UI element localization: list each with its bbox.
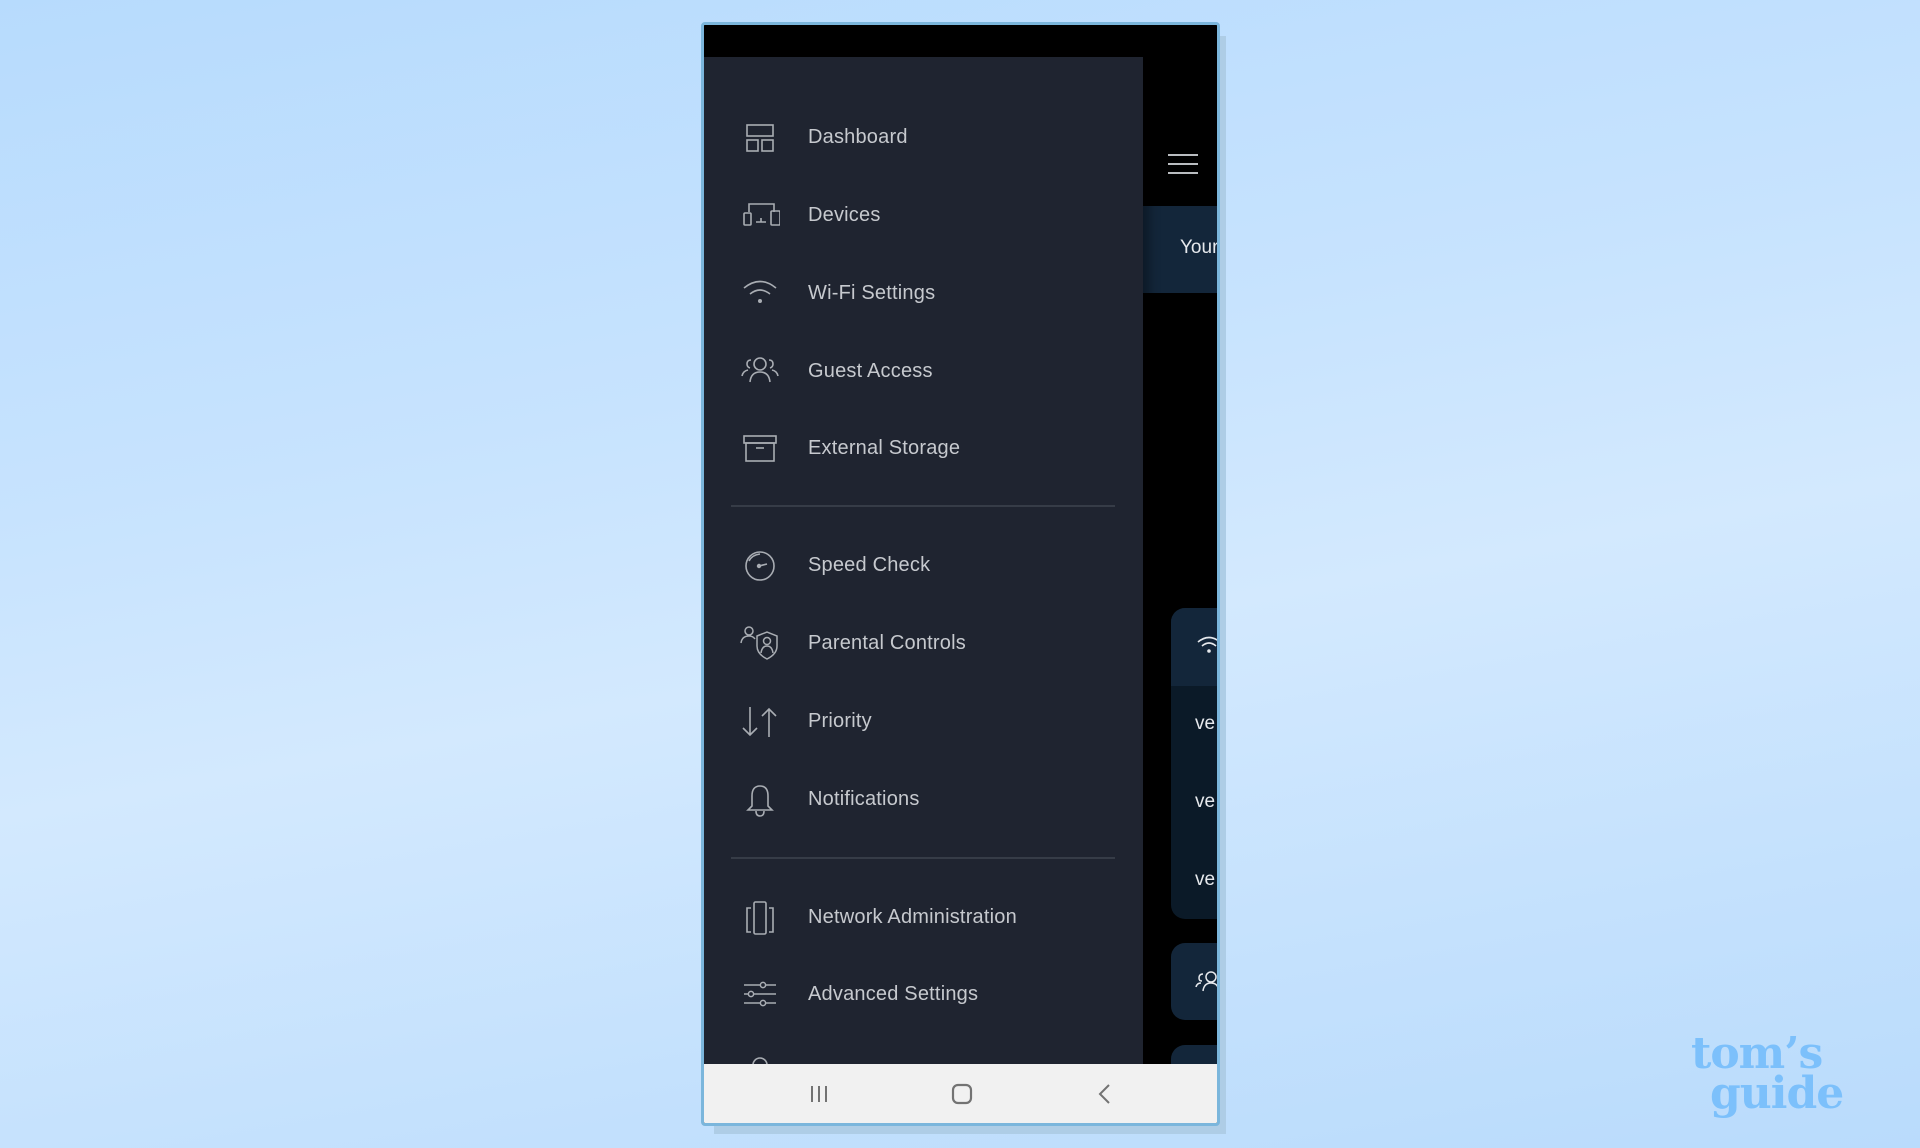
guest-card[interactable]: [1171, 943, 1217, 1020]
bell-icon: [746, 785, 774, 817]
drawer-item-speed-check[interactable]: Speed Check: [704, 531, 1143, 601]
parental-controls-icon: [740, 626, 778, 660]
drawer-item-label: External Storage: [808, 437, 961, 459]
drawer-item-wifi-settings[interactable]: Wi-Fi Settings: [704, 259, 1143, 329]
wifi-card-header: [1171, 608, 1217, 686]
app-screen: Your ve ve ve Dashboard Devices Wi-Fi Se…: [704, 25, 1217, 1123]
logo-line-2: guide: [1710, 1067, 1844, 1119]
wifi-card[interactable]: ve ve ve: [1171, 608, 1217, 919]
drawer-divider: [731, 505, 1115, 507]
status-banner: Your: [1142, 206, 1219, 293]
banner-text: Your: [1180, 237, 1219, 258]
drawer-item-advanced-settings[interactable]: Advanced Settings: [704, 960, 1143, 1030]
drawer-item-label: Speed Check: [808, 554, 931, 576]
network-admin-icon: [746, 901, 774, 935]
drawer-item-label: Notifications: [808, 788, 920, 810]
drawer-item-notifications[interactable]: Notifications: [704, 765, 1143, 835]
drawer-item-label: Devices: [808, 204, 881, 226]
drawer-item-label: Wi-Fi Settings: [808, 282, 936, 304]
drawer-item-dashboard[interactable]: Dashboard: [704, 103, 1143, 173]
drawer-item-label: Dashboard: [808, 126, 908, 148]
navigation-drawer: Dashboard Devices Wi-Fi Settings Guest A…: [704, 57, 1143, 1088]
drawer-item-label: Advanced Settings: [808, 983, 979, 1005]
hamburger-menu-icon[interactable]: [1168, 154, 1198, 174]
wifi-card-row: ve: [1195, 713, 1216, 734]
drawer-item-parental-controls[interactable]: Parental Controls: [704, 609, 1143, 679]
drawer-divider: [731, 857, 1115, 859]
drawer-item-network-administration[interactable]: Network Administration: [704, 883, 1143, 953]
system-navigation-bar: [704, 1064, 1217, 1123]
drawer-item-label: Parental Controls: [808, 632, 966, 654]
phone-screen: Your ve ve ve Dashboard Devices Wi-Fi Se…: [701, 22, 1220, 1126]
home-icon[interactable]: [947, 1080, 977, 1108]
external-storage-icon: [743, 435, 777, 462]
drawer-item-priority[interactable]: Priority: [704, 687, 1143, 757]
dashboard-icon: [746, 124, 774, 152]
drawer-item-label: Priority: [808, 710, 872, 732]
speedometer-icon: [745, 551, 775, 581]
wifi-card-row: ve: [1195, 791, 1216, 812]
priority-arrows-icon: [742, 707, 777, 737]
guest-access-icon: [1195, 971, 1217, 992]
recent-apps-icon[interactable]: [804, 1080, 834, 1108]
devices-icon: [743, 203, 780, 226]
wifi-icon: [1197, 636, 1217, 653]
wifi-icon: [743, 280, 777, 303]
drawer-item-guest-access[interactable]: Guest Access: [704, 337, 1143, 407]
drawer-item-label: Network Administration: [808, 906, 1017, 928]
drawer-item-label: Guest Access: [808, 360, 933, 382]
drawer-item-devices[interactable]: Devices: [704, 181, 1143, 251]
sliders-icon: [744, 981, 776, 1007]
drawer-item-external-storage[interactable]: External Storage: [704, 414, 1143, 484]
back-icon[interactable]: [1090, 1080, 1120, 1108]
toms-guide-logo: tom’s guide: [1690, 1032, 1890, 1124]
wifi-card-row: ve: [1195, 869, 1216, 890]
guest-access-icon: [741, 357, 779, 383]
